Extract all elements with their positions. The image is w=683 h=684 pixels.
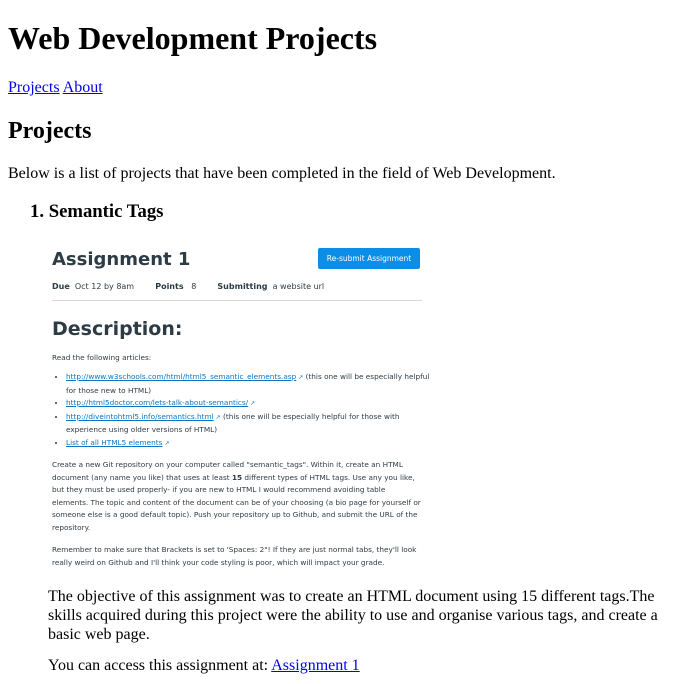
due-value: Oct 12 by 8am: [74, 282, 135, 291]
nav-bar: Projects About: [8, 78, 103, 97]
project-access: You can access this assignment at: Assig…: [48, 656, 360, 675]
list-item: http://diveintohtml5.info/semantics.html…: [66, 411, 436, 437]
external-link-icon: ↗: [215, 413, 221, 421]
submitting-label: Submitting: [217, 282, 268, 291]
external-link-icon: ↗: [250, 400, 256, 407]
resubmit-button: Re-submit Assignment: [318, 248, 420, 269]
article-link: List of all HTML5 elements: [66, 437, 163, 447]
list-item: http://html5doctor.com/lets-talk-about-s…: [66, 397, 436, 411]
assignment-meta: Due Oct 12 by 8am Points 8 Submitting a …: [52, 282, 324, 291]
assignment-title: Assignment 1: [52, 249, 191, 270]
intro-text: Below is a list of projects that have be…: [8, 165, 556, 182]
nav-link-projects[interactable]: Projects: [8, 79, 60, 96]
instructions-num: 15: [231, 472, 243, 482]
divider: [52, 300, 422, 301]
assignment-link[interactable]: Assignment 1: [271, 657, 359, 674]
points-value: 8: [191, 282, 197, 291]
assignment-screenshot: Assignment 1 Re-submit Assignment Due Oc…: [40, 237, 450, 582]
points-label: Points: [155, 282, 184, 291]
section-heading: Projects: [8, 118, 92, 144]
project-description: The objective of this assignment was to …: [48, 588, 658, 643]
list-item: List of all HTML5 elements↗: [66, 437, 436, 451]
article-list: http://www.w3schools.com/html/html5_sema…: [52, 371, 436, 450]
project-number: 1.: [30, 201, 45, 222]
article-link: http://html5doctor.com/lets-talk-about-s…: [66, 398, 249, 407]
list-item: http://www.w3schools.com/html/html5_sema…: [66, 371, 436, 397]
project-title-text: Semantic Tags: [48, 201, 164, 222]
external-link-icon: ↗: [298, 374, 304, 381]
external-link-icon: ↗: [164, 439, 170, 447]
nav-link-about[interactable]: About: [63, 79, 103, 96]
read-label: Read the following articles:: [52, 353, 152, 362]
page-title: Web Development Projects: [8, 20, 378, 56]
article-link: http://diveintohtml5.info/semantics.html: [66, 411, 214, 421]
article-link: http://www.w3schools.com/html/html5_sema…: [66, 372, 297, 381]
submitting-value: a website url: [272, 282, 325, 291]
instructions-text: Create a new Git repository on your comp…: [52, 459, 422, 534]
due-label: Due: [52, 282, 70, 291]
description-heading: Description:: [52, 318, 183, 340]
project-title: 1. Semantic Tags: [30, 201, 163, 223]
reminder-text: Remember to make sure that Brackets is s…: [52, 545, 417, 567]
access-prefix: You can access this assignment at:: [48, 657, 272, 674]
